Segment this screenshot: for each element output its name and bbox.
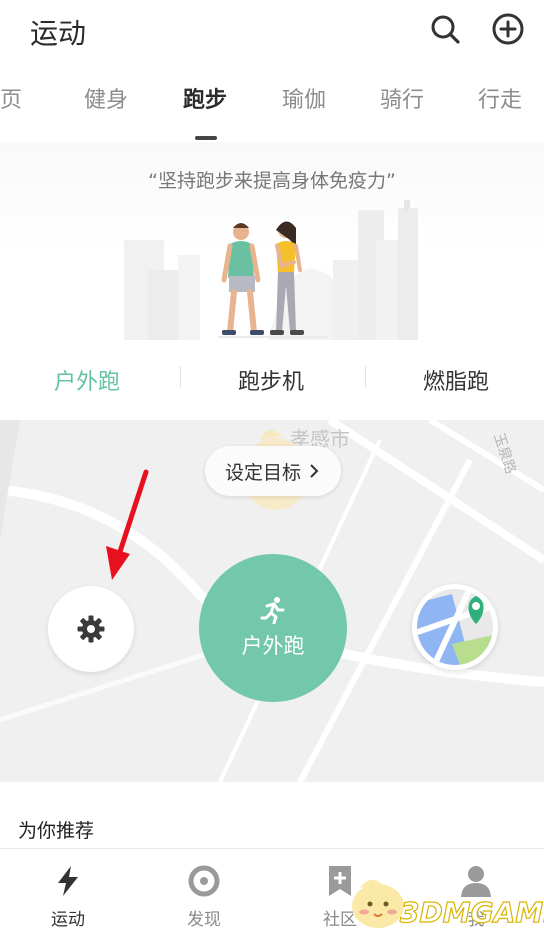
tab-home[interactable]: 主页	[0, 82, 22, 114]
profile-icon	[461, 866, 491, 897]
mode-divider	[365, 366, 366, 388]
watermark-text: 3DMGAME	[399, 895, 544, 929]
tab-walking[interactable]: 行走	[478, 82, 522, 114]
header: 运动	[0, 0, 544, 66]
start-outdoor-run-button[interactable]: 户外跑	[199, 554, 347, 702]
runner-icon	[260, 597, 285, 624]
nav-label: 运动	[51, 910, 85, 930]
gear-icon	[77, 615, 105, 643]
search-icon[interactable]	[428, 12, 462, 46]
set-goal-label: 设定目标	[224, 461, 301, 484]
tab-active-indicator	[195, 136, 217, 140]
tab-fitness[interactable]: 健身	[84, 82, 128, 114]
lightning-icon	[58, 866, 78, 896]
mode-divider	[180, 366, 181, 388]
banner-slogan: “坚持跑步来提高身体免疫力”	[148, 170, 396, 192]
map-view[interactable]: 孝感市 玉泉路 设定目标 户外跑	[0, 420, 544, 782]
tab-running[interactable]: 跑步	[183, 82, 227, 114]
set-goal-button[interactable]: 设定目标	[205, 446, 341, 496]
add-circle-icon[interactable]	[491, 12, 525, 46]
discover-icon	[188, 865, 220, 897]
mode-treadmill[interactable]: 跑步机	[238, 364, 304, 396]
tab-cycling[interactable]: 骑行	[380, 82, 424, 114]
settings-button[interactable]	[48, 586, 134, 672]
running-banner: “坚持跑步来提高身体免疫力” 户外跑 跑步机 燃脂跑	[0, 142, 544, 420]
mode-outdoor-run[interactable]: 户外跑	[54, 364, 120, 396]
nav-label: 发现	[187, 910, 221, 930]
map-road-label: 玉泉路	[490, 431, 519, 476]
annotation-arrow-icon	[106, 469, 149, 580]
nav-item-discover[interactable]: 发现	[136, 849, 272, 933]
tab-yoga[interactable]: 瑜伽	[282, 82, 326, 114]
map-mode-button[interactable]	[412, 584, 498, 670]
mode-fat-burn-run[interactable]: 燃脂跑	[423, 364, 489, 396]
banner-illustration	[124, 200, 418, 340]
map-icon	[417, 589, 493, 665]
recommend-title: 为你推荐	[18, 820, 95, 842]
sport-tabs: 主页 健身 跑步 瑜伽 骑行 行走	[0, 82, 544, 142]
page-title: 运动	[30, 17, 87, 50]
start-button-label: 户外跑	[241, 634, 305, 658]
nav-item-sport[interactable]: 运动	[0, 849, 136, 933]
chevron-right-icon	[310, 464, 319, 478]
